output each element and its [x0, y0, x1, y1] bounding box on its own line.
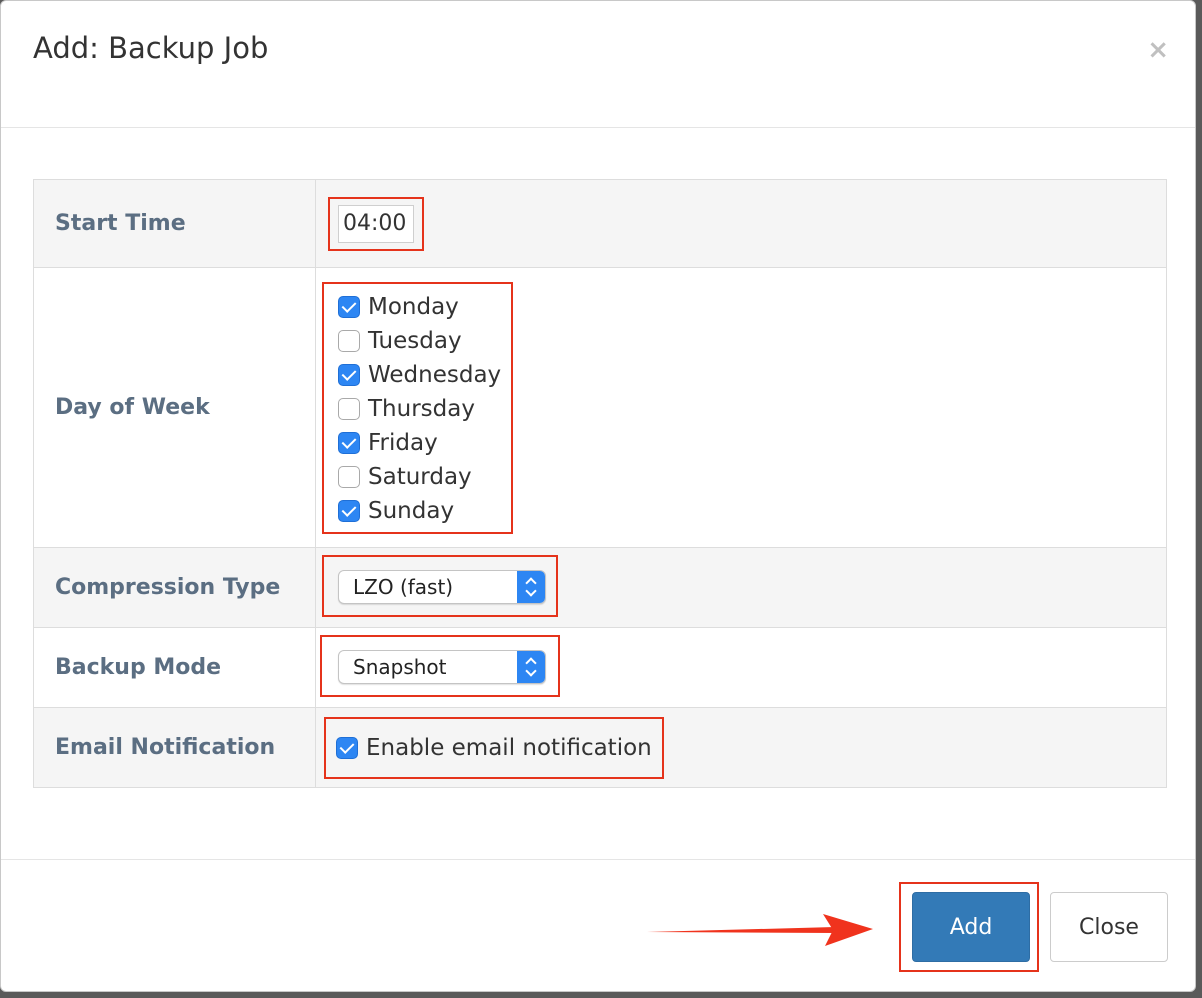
checkbox-tuesday[interactable] [338, 329, 360, 352]
close-button[interactable]: Close [1050, 892, 1168, 962]
email-notification-highlight: Enable email notification [324, 716, 664, 779]
close-icon[interactable]: × [1147, 37, 1169, 63]
add-button[interactable]: Add [912, 892, 1030, 962]
checkbox-email-notification[interactable] [336, 736, 358, 759]
day-of-week-highlight: Monday Tuesday Wednesday Thursday Friday… [322, 281, 514, 534]
checkbox-saturday[interactable] [338, 465, 360, 488]
day-checkbox-row[interactable]: Friday [338, 426, 501, 460]
backup-mode-value: Snapshot [353, 654, 447, 679]
day-label: Tuesday [368, 327, 462, 354]
checkbox-wednesday[interactable] [338, 363, 360, 386]
day-label: Monday [368, 293, 459, 320]
checkbox-monday[interactable] [338, 295, 360, 318]
backup-job-form: Start Time Day of Week Monday Tuesday [33, 179, 1167, 788]
checkbox-sunday[interactable] [338, 499, 360, 522]
compression-type-value: LZO (fast) [353, 574, 454, 599]
form-row-day-of-week: Day of Week Monday Tuesday Wednesday Thu… [33, 267, 1167, 548]
day-checkbox-row[interactable]: Wednesday [338, 358, 501, 392]
email-notification-option-label: Enable email notification [366, 734, 652, 761]
email-notification-option[interactable]: Enable email notification [336, 731, 652, 765]
annotation-arrow-icon [647, 914, 873, 946]
start-time-input[interactable] [338, 204, 414, 243]
select-chevron-icon [517, 570, 545, 603]
day-label: Thursday [368, 395, 475, 422]
checkbox-thursday[interactable] [338, 397, 360, 420]
form-row-email-notification: Email Notification Enable email notifica… [33, 707, 1167, 788]
checkbox-friday[interactable] [338, 431, 360, 454]
compression-type-select[interactable]: LZO (fast) [338, 569, 546, 604]
start-time-highlight [328, 196, 424, 251]
compression-type-label: Compression Type [33, 547, 316, 628]
select-chevron-icon [517, 650, 545, 683]
day-checkbox-row[interactable]: Sunday [338, 494, 501, 528]
day-label: Wednesday [368, 361, 502, 388]
day-label: Sunday [368, 497, 455, 524]
backup-job-modal: Add: Backup Job × Start Time Day of Week… [0, 0, 1196, 992]
backup-mode-select[interactable]: Snapshot [338, 649, 546, 684]
day-checkbox-row[interactable]: Saturday [338, 460, 501, 494]
form-row-start-time: Start Time [33, 179, 1167, 268]
modal-footer: Add Close [1, 859, 1195, 993]
day-checkbox-row[interactable]: Tuesday [338, 324, 501, 358]
email-notification-label: Email Notification [33, 707, 316, 788]
day-checkbox-row[interactable]: Monday [338, 290, 501, 324]
day-label: Saturday [368, 463, 472, 490]
form-row-backup-mode: Backup Mode Snapshot [33, 627, 1167, 708]
start-time-label: Start Time [33, 179, 316, 268]
compression-type-highlight: LZO (fast) [322, 554, 558, 617]
day-of-week-label: Day of Week [33, 267, 316, 548]
day-checkbox-row[interactable]: Thursday [338, 392, 501, 426]
modal-title: Add: Backup Job [33, 31, 269, 65]
form-row-compression-type: Compression Type LZO (fast) [33, 547, 1167, 628]
backup-mode-label: Backup Mode [33, 627, 316, 708]
modal-header: Add: Backup Job × [1, 1, 1195, 128]
backup-mode-highlight: Snapshot [320, 634, 560, 697]
day-label: Friday [368, 429, 438, 456]
